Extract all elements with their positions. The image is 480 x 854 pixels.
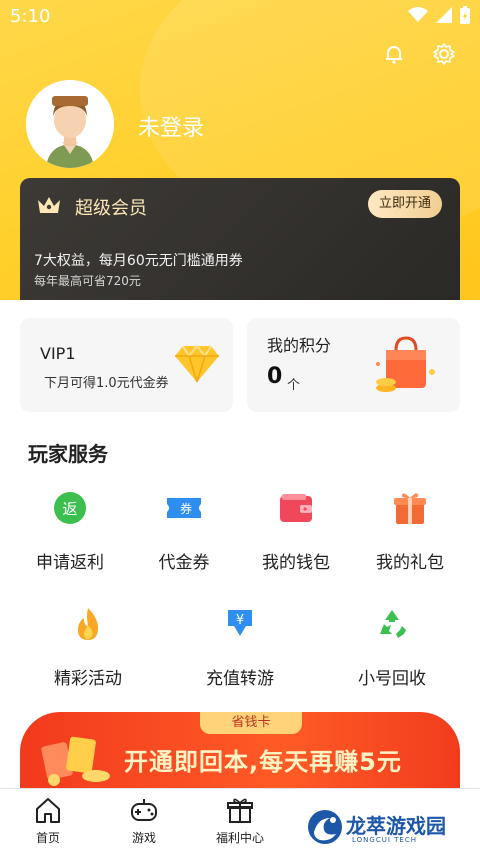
battery-icon [460, 6, 470, 29]
banner-headline: 开通即回本,每天再赚5元 [124, 748, 402, 776]
points-value: 0 [267, 364, 283, 389]
fire-icon [68, 604, 108, 644]
username-label[interactable]: 未登录 [138, 110, 204, 142]
shopping-bag-icon [372, 332, 442, 398]
wifi-icon [408, 7, 428, 28]
diamond-icon [175, 342, 219, 385]
gift-icon [390, 488, 430, 528]
svg-text:返: 返 [62, 500, 77, 518]
service-label: 我的礼包 [376, 553, 444, 573]
status-bar: 5:10 [0, 0, 480, 34]
gift-box-icon [225, 795, 255, 825]
wallet-icon [276, 488, 316, 528]
tab-games[interactable]: 游戏 [114, 795, 174, 846]
service-label: 小号回收 [358, 669, 426, 689]
gamepad-icon [129, 795, 159, 825]
vip-level-title: VIP1 [40, 344, 76, 363]
services-row-2: 精彩活动 ¥ 充值转游 小号回收 [0, 604, 480, 694]
rebate-icon: 返 [50, 488, 90, 528]
recharge-icon: ¥ [220, 604, 260, 644]
status-time: 5:10 [10, 6, 51, 27]
points-card[interactable]: 我的积分 0 个 [247, 318, 460, 412]
savings-card-banner[interactable]: 省钱卡 开通即回本,每天再赚5元 [20, 712, 460, 792]
points-unit: 个 [287, 378, 301, 393]
avatar[interactable] [26, 80, 114, 168]
signal-icon [436, 7, 452, 28]
tab-welfare-center[interactable]: 福利中心 [210, 795, 270, 846]
service-voucher[interactable]: 券 代金券 [124, 488, 244, 573]
dragon-logo-icon [306, 808, 344, 846]
watermark-brand: 龙萃游戏园 [346, 814, 446, 838]
crown-icon [36, 194, 62, 216]
service-gift-pack[interactable]: 我的礼包 [350, 488, 470, 573]
tab-label: 首页 [35, 831, 60, 845]
settings-gear-icon[interactable] [432, 42, 456, 66]
voucher-icon: 券 [164, 488, 204, 528]
tab-home[interactable]: 首页 [18, 795, 78, 846]
super-vip-card[interactable]: 超级会员 立即开通 7大权益，每月60元无门槛通用券 每年最高可省720元 [20, 178, 460, 300]
summary-cards: VIP1 下月可得1.0元代金券 我的积分 0 个 [20, 318, 460, 412]
service-label: 充值转游 [206, 669, 274, 689]
service-label: 精彩活动 [54, 669, 122, 689]
vip-savings-text: 每年最高可省720元 [34, 274, 141, 288]
vip-level-subtitle: 下月可得1.0元代金券 [44, 376, 169, 391]
bell-icon[interactable] [382, 42, 406, 66]
banner-tag: 省钱卡 [200, 712, 302, 734]
home-icon [33, 795, 63, 825]
vip-title: 超级会员 [75, 198, 147, 219]
service-wallet[interactable]: 我的钱包 [236, 488, 356, 573]
header-actions [382, 42, 456, 66]
service-label: 代金券 [158, 553, 210, 573]
vip-level-card[interactable]: VIP1 下月可得1.0元代金券 [20, 318, 233, 412]
points-title: 我的积分 [267, 336, 332, 355]
service-apply-rebate[interactable]: 返 申请返利 [10, 488, 130, 573]
services-row-1: 返 申请返利 券 代金券 我的钱包 我的礼包 [0, 488, 480, 578]
service-label: 我的钱包 [262, 553, 330, 573]
recycle-icon [372, 604, 412, 644]
red-envelope-illustration [34, 730, 120, 790]
svg-text:¥: ¥ [236, 613, 244, 628]
tab-label: 游戏 [131, 831, 156, 845]
service-label: 申请返利 [36, 553, 104, 573]
tab-label: 福利中心 [215, 831, 264, 845]
service-activities[interactable]: 精彩活动 [28, 604, 148, 689]
svg-text:券: 券 [180, 501, 192, 516]
player-services-title: 玩家服务 [28, 442, 108, 466]
watermark-logo: 龙萃游戏园 LONGCUI TECH [300, 804, 476, 850]
open-vip-button[interactable]: 立即开通 [368, 190, 442, 218]
watermark-sub: LONGCUI TECH [352, 836, 417, 844]
service-recharge-transfer[interactable]: ¥ 充值转游 [180, 604, 300, 689]
service-account-recycle[interactable]: 小号回收 [332, 604, 452, 689]
vip-benefits-text: 7大权益，每月60元无门槛通用券 [34, 253, 243, 269]
